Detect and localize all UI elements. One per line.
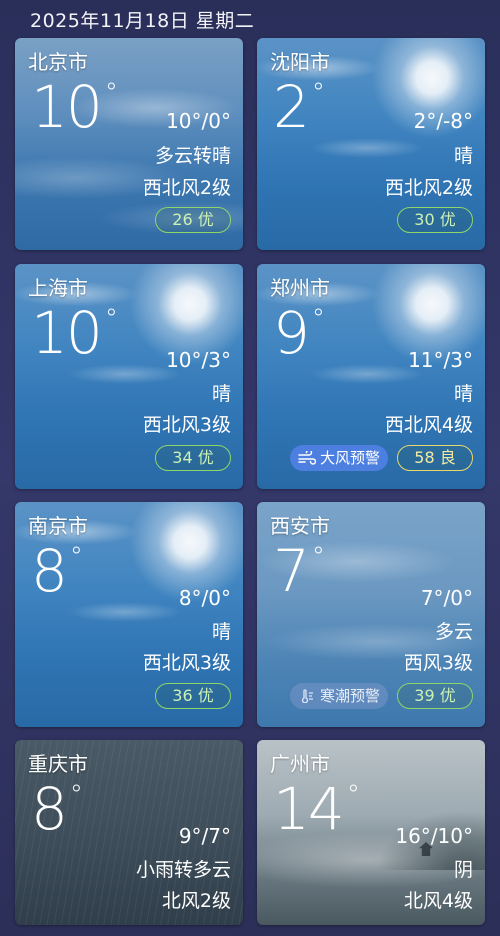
city-name: 西安市 [270,514,330,538]
aqi-badge: 34 优 [155,445,231,471]
weather-condition: 晴 [211,621,231,643]
aqi-badge: 58 良 [397,445,473,471]
current-temperature: 10 ° [31,73,118,141]
wind-info: 西北风2级 [384,177,473,199]
date-header: 2025年11月18日 星期二 [30,10,255,32]
city-name: 郑州市 [270,276,330,300]
city-name: 南京市 [28,514,88,538]
current-temperature: 2 ° [273,73,325,141]
current-temperature: 8 ° [31,537,83,605]
city-card-shanghai[interactable]: 上海市 10 ° 10°/3° 晴 西北风3级 34 优 [15,264,243,489]
aqi-badge: 36 优 [155,683,231,709]
thermometer-icon [301,689,313,703]
temperature-range: 16°/10° [395,824,473,848]
current-temperature: 10 ° [31,299,118,367]
city-card-guangzhou[interactable]: 广州市 14 ° 16°/10° 阴 北风4级 [257,740,485,925]
temperature-range: 10°/0° [166,109,231,133]
current-temperature: 9 ° [273,299,325,367]
temperature-range: 8°/0° [178,586,231,610]
city-name: 广州市 [270,752,330,776]
aqi-badge: 26 优 [155,207,231,233]
weather-condition: 晴 [453,383,473,405]
city-name: 沈阳市 [270,50,330,74]
weather-condition: 阴 [453,859,473,881]
city-card-xian[interactable]: 西安市 7 ° 7°/0° 多云 西风3级 寒潮预警 39 优 [257,502,485,727]
cold-wave-alert-badge[interactable]: 寒潮预警 [289,683,388,709]
city-card-nanjing[interactable]: 南京市 8 ° 8°/0° 晴 西北风3级 36 优 [15,502,243,727]
wind-info: 北风2级 [161,890,231,912]
current-temperature: 8 ° [31,775,83,843]
city-name: 北京市 [28,50,88,74]
current-temperature: 7 ° [273,537,325,605]
city-card-chongqing[interactable]: 重庆市 8 ° 9°/7° 小雨转多云 北风2级 [15,740,243,925]
aqi-badge: 30 优 [397,207,473,233]
weather-condition: 多云转晴 [154,145,231,167]
temperature-range: 10°/3° [166,348,231,372]
city-card-shenyang[interactable]: 沈阳市 2 ° 2°/-8° 晴 西北风2级 30 优 [257,38,485,250]
temperature-range: 7°/0° [420,586,473,610]
wind-info: 西风3级 [403,652,473,674]
wind-info: 西北风3级 [142,652,231,674]
weather-page: 2025年11月18日 星期二 北京市 10 ° 10°/0° 多云转晴 西北风2… [0,0,500,936]
weather-condition: 小雨转多云 [135,859,231,881]
wind-info: 西北风2级 [142,177,231,199]
temperature-range: 2°/-8° [413,109,473,133]
wind-alert-badge[interactable]: 大风预警 [289,445,388,471]
city-name: 上海市 [28,276,88,300]
wind-info: 西北风3级 [142,414,231,436]
weather-condition: 多云 [434,621,473,643]
city-name: 重庆市 [28,752,88,776]
alert-label: 大风预警 [319,449,380,467]
wind-info: 北风4级 [403,890,473,912]
temperature-range: 9°/7° [178,824,231,848]
wind-icon [298,451,316,465]
city-card-zhengzhou[interactable]: 郑州市 9 ° 11°/3° 晴 西北风4级 大风预警 58 良 [257,264,485,489]
alert-label: 寒潮预警 [319,687,380,705]
wind-info: 西北风4级 [384,414,473,436]
city-card-beijing[interactable]: 北京市 10 ° 10°/0° 多云转晴 西北风2级 26 优 [15,38,243,250]
weather-condition: 晴 [211,383,231,405]
current-temperature: 14 ° [273,775,360,843]
temperature-range: 11°/3° [408,348,473,372]
aqi-badge: 39 优 [397,683,473,709]
weather-condition: 晴 [453,145,473,167]
